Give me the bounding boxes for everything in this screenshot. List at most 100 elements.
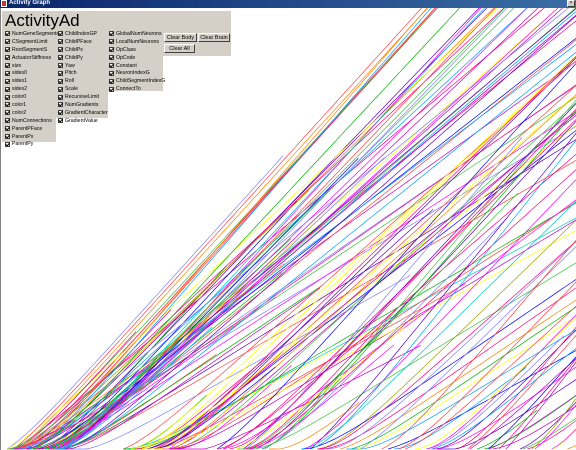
checkbox-item[interactable]: LocalNumNeurons: [109, 38, 165, 46]
activity-curve: [301, 279, 576, 450]
checkbox-item[interactable]: sides2: [5, 85, 59, 93]
checkbox-checked[interactable]: [58, 31, 63, 37]
checkbox-checked[interactable]: [58, 110, 63, 116]
clear-body-button[interactable]: Clear Body: [164, 33, 197, 42]
checkbox-item[interactable]: ChildSegmentIndexG: [109, 77, 165, 85]
checkbox-item[interactable]: ChildPFace: [58, 38, 108, 46]
activity-curve: [318, 240, 576, 450]
checkbox-checked[interactable]: [58, 70, 63, 76]
checkbox-checked[interactable]: [58, 47, 63, 53]
activity-curve: [425, 335, 565, 450]
checkbox-checked[interactable]: [58, 55, 63, 61]
clear-all-button[interactable]: Clear All: [164, 44, 195, 53]
checkbox-item[interactable]: ChildPx: [58, 46, 108, 54]
checkbox-item[interactable]: ParentPx: [5, 133, 59, 141]
checkbox-checked[interactable]: [58, 63, 63, 68]
checkbox-checked[interactable]: [58, 102, 63, 108]
checkbox-item[interactable]: ParentPFace: [5, 125, 59, 133]
checkbox-label: ParentPx: [12, 133, 34, 140]
checkbox-checked[interactable]: [109, 78, 114, 84]
checkbox-item[interactable]: NeuronIndexG: [109, 69, 165, 77]
activity-curve: [262, 110, 576, 450]
checkbox-checked[interactable]: [5, 118, 10, 124]
checkbox-item[interactable]: Scale: [58, 85, 108, 93]
checkbox-label: NumGradients: [65, 101, 99, 108]
checkbox-checked[interactable]: [5, 141, 10, 147]
checkbox-item[interactable]: ConnectTo: [109, 85, 165, 93]
checkbox-item[interactable]: ActuatorStiffness: [5, 54, 59, 62]
checkbox-checked[interactable]: [58, 118, 63, 124]
checkbox-checked[interactable]: [109, 31, 114, 37]
clear-brain-button[interactable]: Clear Brain: [198, 33, 230, 42]
checkbox-label: ActuatorStiffness: [12, 54, 52, 61]
checkbox-item[interactable]: NumGeneSegments: [5, 30, 59, 38]
checkbox-item[interactable]: color1: [5, 101, 59, 109]
checkbox-checked[interactable]: [5, 70, 10, 76]
checkbox-item[interactable]: OpClass: [109, 46, 165, 54]
checkbox-item[interactable]: ParentPy: [5, 140, 59, 148]
activity-curve: [32, 96, 576, 450]
title-bar: Activity Graph ×: [0, 0, 576, 8]
activity-curve: [531, 398, 576, 450]
checkbox-label: NumConnections: [12, 117, 52, 124]
checkbox-checked[interactable]: [109, 63, 114, 68]
checkbox-item[interactable]: size: [5, 62, 59, 70]
checkbox-item[interactable]: ChildPy: [58, 54, 108, 62]
checkbox-checked[interactable]: [5, 134, 10, 140]
checkbox-checked[interactable]: [5, 94, 10, 100]
checkbox-item[interactable]: ChildIndexGP: [58, 30, 108, 38]
activity-curve: [261, 217, 508, 450]
activity-curve: [522, 417, 576, 450]
checkbox-item[interactable]: RootSegmentS: [5, 46, 59, 54]
checkbox-label: Yaw: [65, 62, 75, 69]
checkbox-item[interactable]: sides0: [5, 69, 59, 77]
activity-curve: [431, 366, 576, 450]
checkbox-checked[interactable]: [5, 63, 10, 68]
checkbox-label: RecursiveLimit: [65, 94, 100, 101]
checkbox-item[interactable]: Roll: [58, 77, 108, 85]
checkbox-checked[interactable]: [58, 86, 63, 92]
checkbox-checked[interactable]: [5, 110, 10, 116]
checkbox-item[interactable]: GradientCharacter: [58, 109, 108, 117]
checkbox-item[interactable]: OpCode: [109, 54, 165, 62]
checkbox-checked[interactable]: [109, 39, 114, 45]
checkbox-item[interactable]: GlobalNumNeurons: [109, 30, 165, 38]
checkbox-item[interactable]: sides1: [5, 77, 59, 85]
activity-curve: [567, 445, 576, 450]
checkbox-checked[interactable]: [5, 102, 10, 108]
checkbox-checked[interactable]: [5, 86, 10, 92]
checkbox-item[interactable]: NumConnections: [5, 117, 59, 125]
checkbox-checked[interactable]: [5, 31, 10, 37]
activity-curve: [153, 93, 576, 450]
activity-curve: [520, 401, 576, 450]
checkbox-item[interactable]: Constant: [109, 62, 165, 70]
checkbox-item[interactable]: color2: [5, 109, 59, 117]
checkbox-label: CSegmentLimit: [12, 38, 48, 45]
checkbox-checked[interactable]: [5, 39, 10, 45]
checkbox-checked[interactable]: [5, 55, 10, 61]
checkbox-checked[interactable]: [5, 126, 10, 132]
checkbox-checked[interactable]: [5, 47, 10, 53]
checkbox-item[interactable]: NumGradients: [58, 101, 108, 109]
checkbox-checked[interactable]: [109, 86, 114, 92]
checkbox-checked[interactable]: [109, 70, 114, 76]
checkbox-checked[interactable]: [109, 55, 114, 61]
checkbox-item[interactable]: Pitch: [58, 69, 108, 77]
checkbox-checked[interactable]: [58, 78, 63, 84]
checkbox-item[interactable]: GradientValue: [58, 117, 108, 125]
checkbox-checked[interactable]: [58, 39, 63, 45]
activity-curve: [123, 202, 576, 450]
checkbox-label: sides1: [12, 78, 27, 85]
checkbox-checked[interactable]: [58, 94, 63, 100]
checkbox-item[interactable]: color0: [5, 93, 59, 101]
checkbox-checked[interactable]: [109, 47, 114, 53]
checkbox-item[interactable]: CSegmentLimit: [5, 38, 59, 46]
activity-curve: [477, 409, 538, 450]
checkbox-label: ChildPFace: [65, 38, 92, 45]
checkbox-checked[interactable]: [5, 78, 10, 84]
checkbox-item[interactable]: Yaw: [58, 62, 108, 70]
checkbox-label: ChildPx: [65, 46, 83, 53]
close-icon[interactable]: ×: [567, 0, 575, 7]
checkbox-label: Scale: [65, 86, 78, 93]
checkbox-item[interactable]: RecursiveLimit: [58, 93, 108, 101]
